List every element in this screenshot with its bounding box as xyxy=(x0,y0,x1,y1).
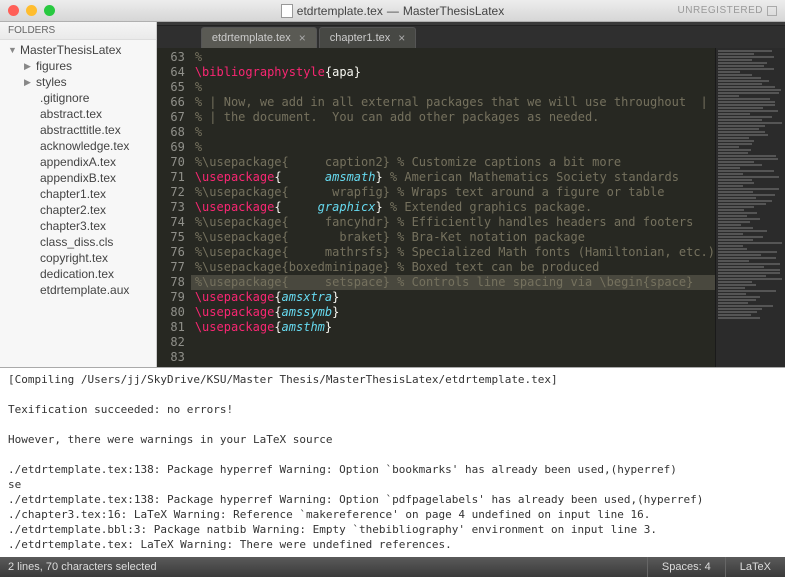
line-gutter: 6364656667686970717273747576777879808182… xyxy=(157,48,191,367)
tree-file[interactable]: chapter3.tex xyxy=(0,218,156,234)
tree-file[interactable]: abstracttitle.tex xyxy=(0,122,156,138)
tree-file[interactable]: etdrtemplate.aux xyxy=(0,282,156,298)
arrow-down-icon: ▼ xyxy=(8,45,18,55)
status-selection[interactable]: 2 lines, 70 characters selected xyxy=(0,561,647,573)
document-icon xyxy=(281,4,293,18)
sidebar-header: FOLDERS xyxy=(0,22,156,40)
editor-tab[interactable]: etdrtemplate.tex × xyxy=(201,27,317,48)
status-spaces[interactable]: Spaces: 4 xyxy=(647,557,725,577)
title-filename: etdrtemplate.tex xyxy=(297,4,383,18)
tree-file[interactable]: appendixB.tex xyxy=(0,170,156,186)
editor-pane: etdrtemplate.tex × chapter1.tex × 636465666… xyxy=(157,22,785,367)
tree-root[interactable]: ▼MasterThesisLatex xyxy=(0,42,156,58)
tree-file[interactable]: acknowledge.tex xyxy=(0,138,156,154)
sidebar: FOLDERS ▼MasterThesisLatex ▶figures▶styl… xyxy=(0,22,157,367)
tree-file[interactable]: chapter1.tex xyxy=(0,186,156,202)
minimap[interactable] xyxy=(715,48,785,367)
status-bar: 2 lines, 70 characters selected Spaces: … xyxy=(0,557,785,577)
arrow-right-icon: ▶ xyxy=(24,77,34,88)
status-syntax[interactable]: LaTeX xyxy=(725,557,785,577)
tab-label: chapter1.tex xyxy=(330,32,391,44)
tree-file[interactable]: appendixA.tex xyxy=(0,154,156,170)
tree-file[interactable]: dedication.tex xyxy=(0,266,156,282)
window-title: etdrtemplate.tex — MasterThesisLatex xyxy=(0,4,785,18)
title-project: MasterThesisLatex xyxy=(403,4,504,18)
tree-file[interactable]: .gitignore xyxy=(0,90,156,106)
tree-folder[interactable]: ▶figures xyxy=(0,58,156,74)
titlebar: etdrtemplate.tex — MasterThesisLatex UNR… xyxy=(0,0,785,22)
tab-bar: etdrtemplate.tex × chapter1.tex × xyxy=(157,26,785,48)
tree-file[interactable]: abstract.tex xyxy=(0,106,156,122)
tab-label: etdrtemplate.tex xyxy=(212,32,291,44)
unregistered-label: UNREGISTERED xyxy=(678,5,763,16)
main: FOLDERS ▼MasterThesisLatex ▶figures▶styl… xyxy=(0,22,785,367)
tree-file[interactable]: class_diss.cls xyxy=(0,234,156,250)
editor-tab[interactable]: chapter1.tex × xyxy=(319,27,417,48)
editor-body[interactable]: 6364656667686970717273747576777879808182… xyxy=(157,48,785,367)
close-tab-icon[interactable]: × xyxy=(299,31,306,45)
folder-tree: ▼MasterThesisLatex ▶figures▶styles .giti… xyxy=(0,40,156,300)
tree-file[interactable]: copyright.tex xyxy=(0,250,156,266)
arrow-right-icon: ▶ xyxy=(24,61,34,72)
title-right: UNREGISTERED xyxy=(678,5,777,16)
tree-file[interactable]: chapter2.tex xyxy=(0,202,156,218)
close-tab-icon[interactable]: × xyxy=(398,31,405,45)
build-output-panel[interactable]: [Compiling /Users/jj/SkyDrive/KSU/Master… xyxy=(0,367,785,557)
expand-icon[interactable] xyxy=(767,6,777,16)
tree-folder[interactable]: ▶styles xyxy=(0,74,156,90)
code-area[interactable]: %\bibliographystyle{apa}%% | Now, we add… xyxy=(191,48,715,367)
